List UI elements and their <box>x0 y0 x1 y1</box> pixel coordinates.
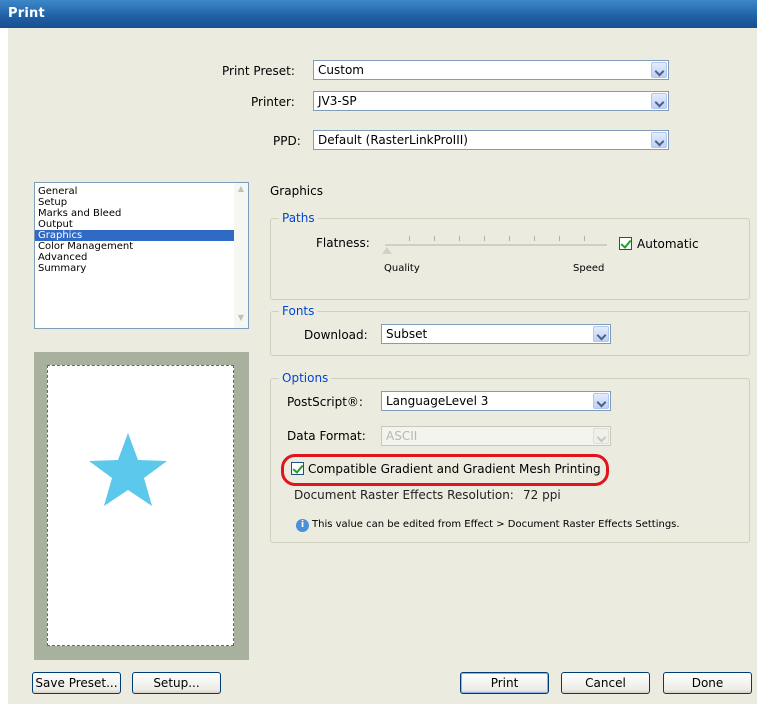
category-list[interactable]: General Setup Marks and Bleed Output Gra… <box>34 182 249 329</box>
slider-tick <box>409 236 410 241</box>
setup-button[interactable]: Setup... <box>132 672 221 694</box>
flatness-slider[interactable] <box>379 236 611 254</box>
print-dialog: Print Preset: Custom Printer: JV3-SP PPD… <box>8 28 757 704</box>
printer-select[interactable]: JV3-SP <box>313 91 669 111</box>
preview-page <box>47 365 234 646</box>
section-title: Graphics <box>270 184 323 198</box>
slider-tick <box>584 236 585 241</box>
slider-track <box>385 244 607 246</box>
data-format-select: ASCII <box>381 426 611 446</box>
compatible-gradient-label[interactable]: Compatible Gradient and Gradient Mesh Pr… <box>308 462 601 476</box>
ppd-label: PPD: <box>273 134 301 148</box>
slider-tick <box>509 236 510 241</box>
postscript-value: LanguageLevel 3 <box>386 394 489 408</box>
automatic-label[interactable]: Automatic <box>637 237 699 251</box>
automatic-checkbox[interactable] <box>619 237 632 250</box>
slider-tick <box>484 236 485 241</box>
paths-group: Paths Flatness: Quality Speed Automatic <box>270 211 750 300</box>
info-icon: i <box>296 519 309 532</box>
slider-tick <box>534 236 535 241</box>
slider-tick <box>459 236 460 241</box>
fonts-group: Fonts Download: Subset <box>270 304 750 356</box>
done-button[interactable]: Done <box>663 672 752 694</box>
postscript-select[interactable]: LanguageLevel 3 <box>381 391 611 411</box>
chevron-down-icon[interactable] <box>651 132 667 148</box>
scroll-down-icon[interactable]: ▼ <box>235 313 247 327</box>
star-preview <box>89 433 167 506</box>
paths-group-title: Paths <box>279 211 318 225</box>
info-text: This value can be edited from Effect > D… <box>312 519 680 530</box>
chevron-down-icon[interactable] <box>593 326 609 342</box>
print-preset-value: Custom <box>318 63 364 77</box>
quality-label: Quality <box>384 263 420 274</box>
sidebar-item-color-management[interactable]: Color Management <box>35 241 248 252</box>
slider-thumb[interactable] <box>382 247 392 254</box>
sidebar-item-advanced[interactable]: Advanced <box>35 252 248 263</box>
ppd-select[interactable]: Default (RasterLinkProIII) <box>313 130 669 150</box>
chevron-down-icon[interactable] <box>593 393 609 409</box>
sidebar-item-general[interactable]: General <box>35 186 248 197</box>
sidebar-item-summary[interactable]: Summary <box>35 263 248 274</box>
options-group: Options PostScript®: LanguageLevel 3 Dat… <box>270 371 750 543</box>
raster-resolution-label: Document Raster Effects Resolution: <box>294 488 514 502</box>
sidebar-item-output[interactable]: Output <box>35 219 248 230</box>
chevron-down-icon[interactable] <box>651 93 667 109</box>
fonts-group-title: Fonts <box>279 304 318 318</box>
sidebar-item-marks-and-bleed[interactable]: Marks and Bleed <box>35 208 248 219</box>
print-preset-label: Print Preset: <box>222 64 295 78</box>
chevron-down-icon[interactable] <box>651 62 667 78</box>
cancel-button[interactable]: Cancel <box>561 672 650 694</box>
print-preview <box>34 352 249 660</box>
printer-value: JV3-SP <box>318 94 357 108</box>
download-label: Download: <box>304 328 368 342</box>
options-group-title: Options <box>279 371 332 385</box>
slider-tick <box>559 236 560 241</box>
window-title: Print <box>0 0 757 28</box>
sidebar-item-setup[interactable]: Setup <box>35 197 248 208</box>
chevron-down-icon <box>593 428 609 444</box>
data-format-label: Data Format: <box>287 429 366 443</box>
speed-label: Speed <box>573 263 605 274</box>
printer-label: Printer: <box>251 95 295 109</box>
download-value: Subset <box>386 327 428 341</box>
flatness-label: Flatness: <box>316 236 370 250</box>
print-button[interactable]: Print <box>460 672 549 694</box>
ppd-value: Default (RasterLinkProIII) <box>318 133 468 147</box>
save-preset-button[interactable]: Save Preset... <box>32 672 121 694</box>
scroll-up-icon[interactable]: ▲ <box>235 184 247 198</box>
slider-tick <box>434 236 435 241</box>
postscript-label: PostScript®: <box>287 395 363 409</box>
sidebar-item-graphics[interactable]: Graphics <box>35 230 248 241</box>
list-scrollbar[interactable]: ▲ ▼ <box>234 183 248 328</box>
raster-resolution-value: 72 ppi <box>523 488 561 502</box>
download-select[interactable]: Subset <box>381 324 611 344</box>
compatible-gradient-checkbox[interactable] <box>291 462 304 475</box>
print-preset-select[interactable]: Custom <box>313 60 669 80</box>
data-format-value: ASCII <box>386 429 418 443</box>
